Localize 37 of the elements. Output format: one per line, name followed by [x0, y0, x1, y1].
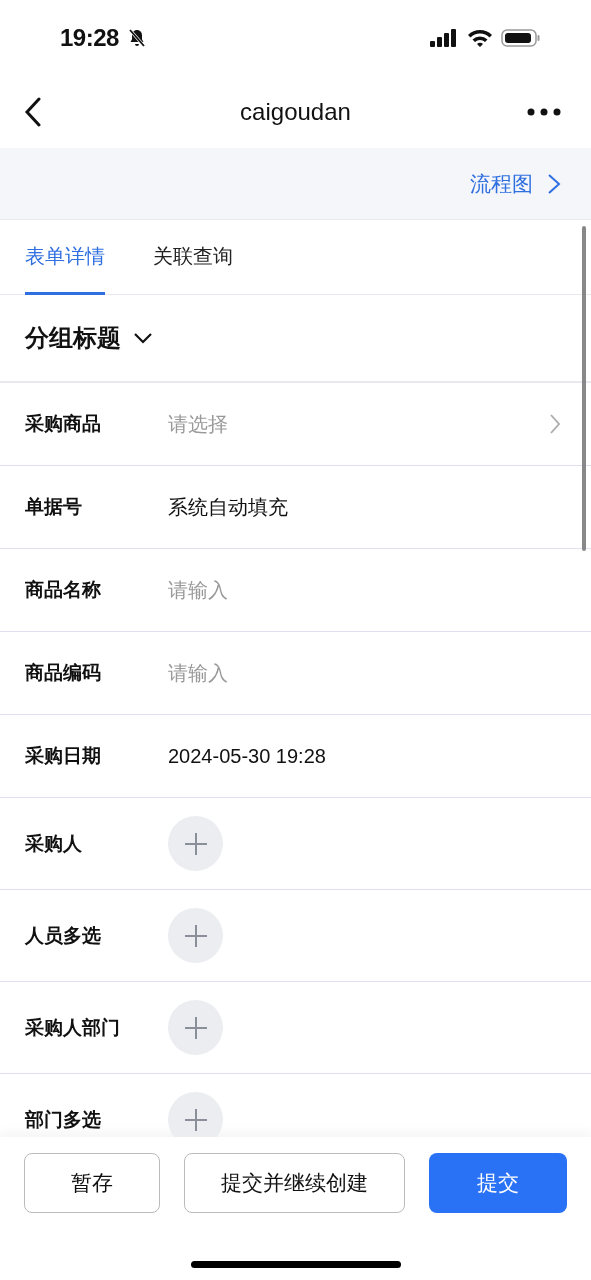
plus-icon — [183, 1015, 208, 1040]
signal-icon — [429, 28, 459, 47]
status-time: 19:28 — [60, 23, 119, 52]
muted-bell-icon — [126, 27, 147, 48]
plus-icon — [183, 1107, 208, 1132]
field-label: 商品名称 — [25, 578, 102, 602]
wifi-icon — [467, 28, 493, 47]
chevron-icon — [547, 172, 561, 195]
field-label: 采购商品 — [25, 412, 102, 436]
chevron-icon — [549, 413, 561, 435]
action-button[interactable]: 提交 — [429, 1153, 567, 1213]
page-title: caigoudan — [240, 97, 351, 126]
input-field[interactable]: 请输入 — [168, 578, 561, 602]
battery-icon — [501, 27, 541, 48]
field-label: 采购人部门 — [25, 1015, 121, 1040]
plus-icon — [183, 831, 208, 856]
select-field[interactable]: 请选择 — [168, 410, 549, 438]
caret-icon[interactable] — [133, 332, 153, 344]
action-button[interactable]: 提交并继续创建 — [184, 1153, 405, 1213]
field-label: 采购人 — [25, 831, 83, 856]
action-button[interactable]: 暂存 — [24, 1153, 160, 1213]
input-field[interactable]: 请输入 — [168, 661, 561, 685]
back-icon[interactable] — [24, 96, 42, 127]
field-value: 系统自动填充 — [168, 494, 288, 520]
more-icon[interactable] — [527, 107, 561, 116]
group-title: 分组标题 — [25, 323, 121, 353]
add-button[interactable] — [168, 1092, 223, 1137]
field-value: 2024-05-30 19:28 — [168, 744, 326, 768]
field-label: 单据号 — [25, 495, 83, 519]
field-label: 人员多选 — [25, 923, 102, 948]
field-label: 部门多选 — [25, 1107, 102, 1132]
plus-icon — [183, 923, 208, 948]
tab[interactable]: 表单详情 — [25, 220, 105, 295]
tab[interactable]: 关联查询 — [153, 220, 233, 295]
field-label: 商品编码 — [25, 661, 102, 685]
flow-chart-link[interactable]: 流程图 — [470, 169, 561, 198]
field-label: 采购日期 — [25, 744, 102, 768]
